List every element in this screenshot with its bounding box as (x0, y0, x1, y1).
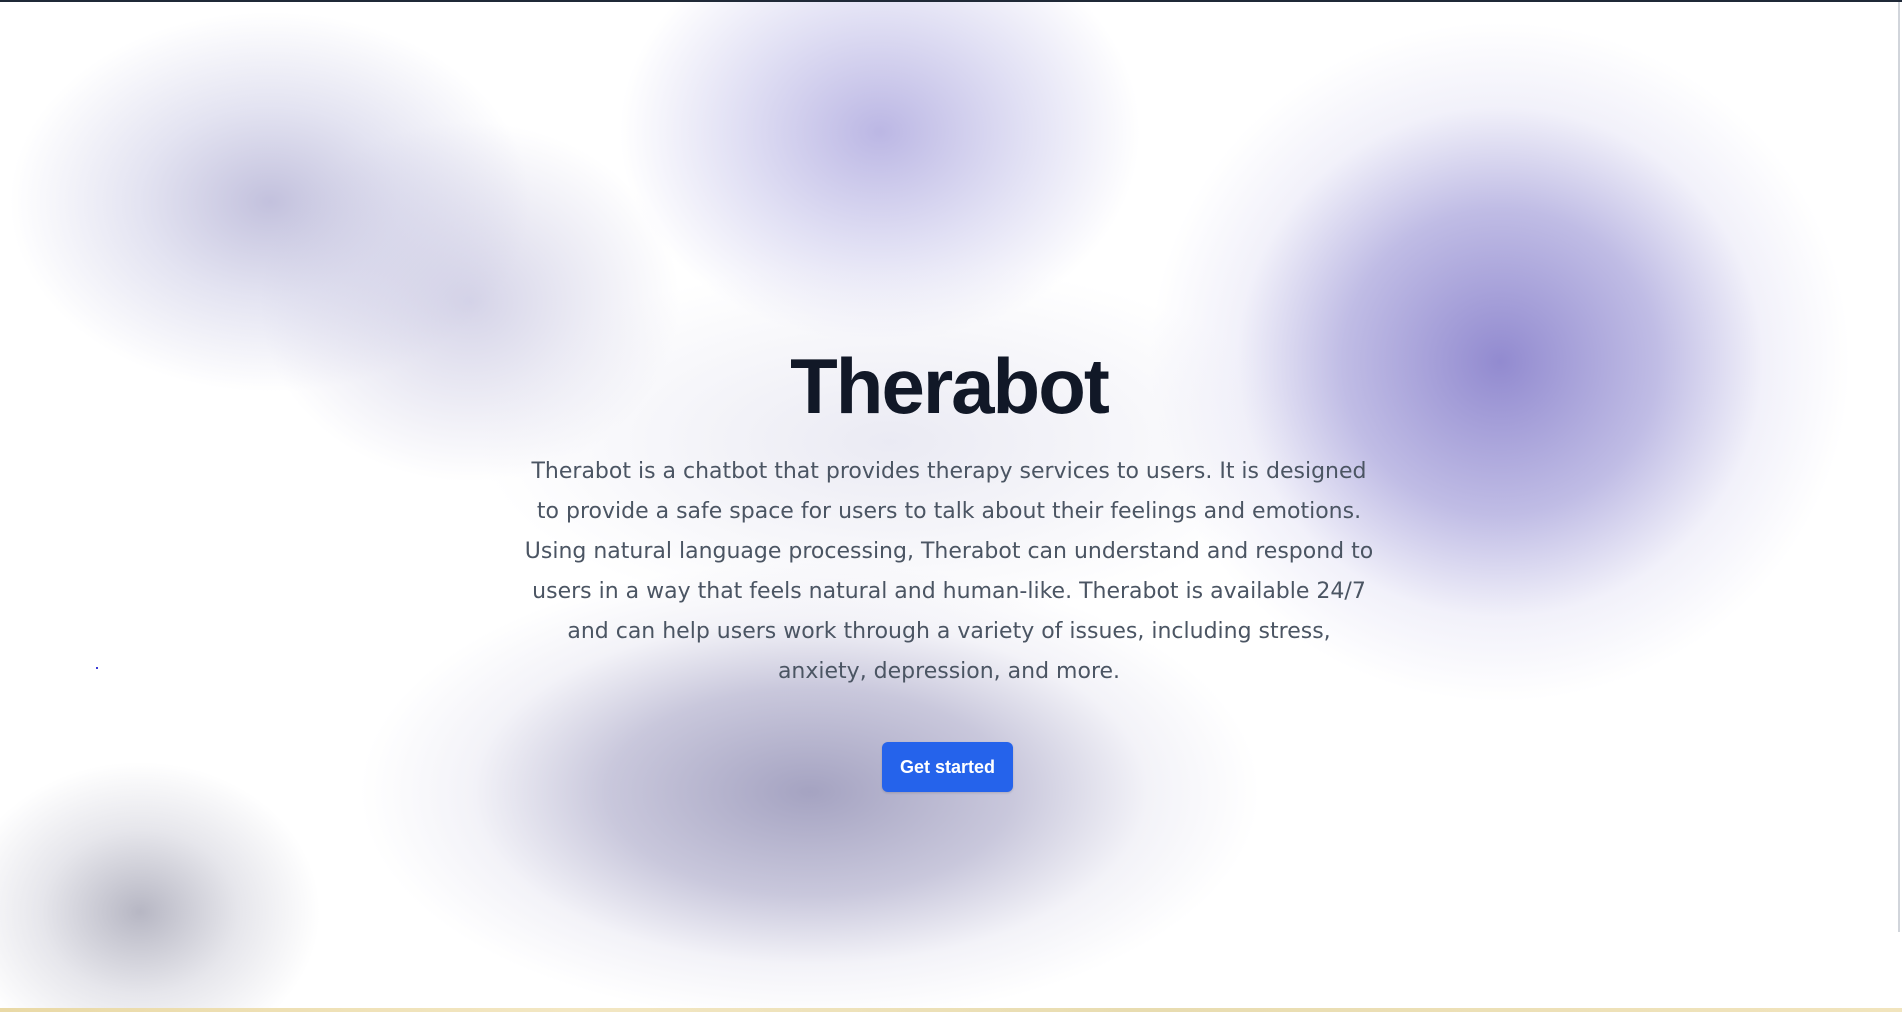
hero-title: Therabot (790, 342, 1110, 430)
bottom-edge-strip (0, 1008, 1902, 1012)
hero-section: Therabot Therabot is a chatbot that prov… (0, 2, 1898, 1010)
cursor-dot (96, 667, 98, 669)
get-started-button[interactable]: Get started (882, 742, 1013, 792)
scrollbar-thumb[interactable] (1898, 2, 1900, 932)
hero-description: Therabot is a chatbot that provides ther… (524, 459, 1374, 684)
background-blob (0, 762, 320, 1010)
